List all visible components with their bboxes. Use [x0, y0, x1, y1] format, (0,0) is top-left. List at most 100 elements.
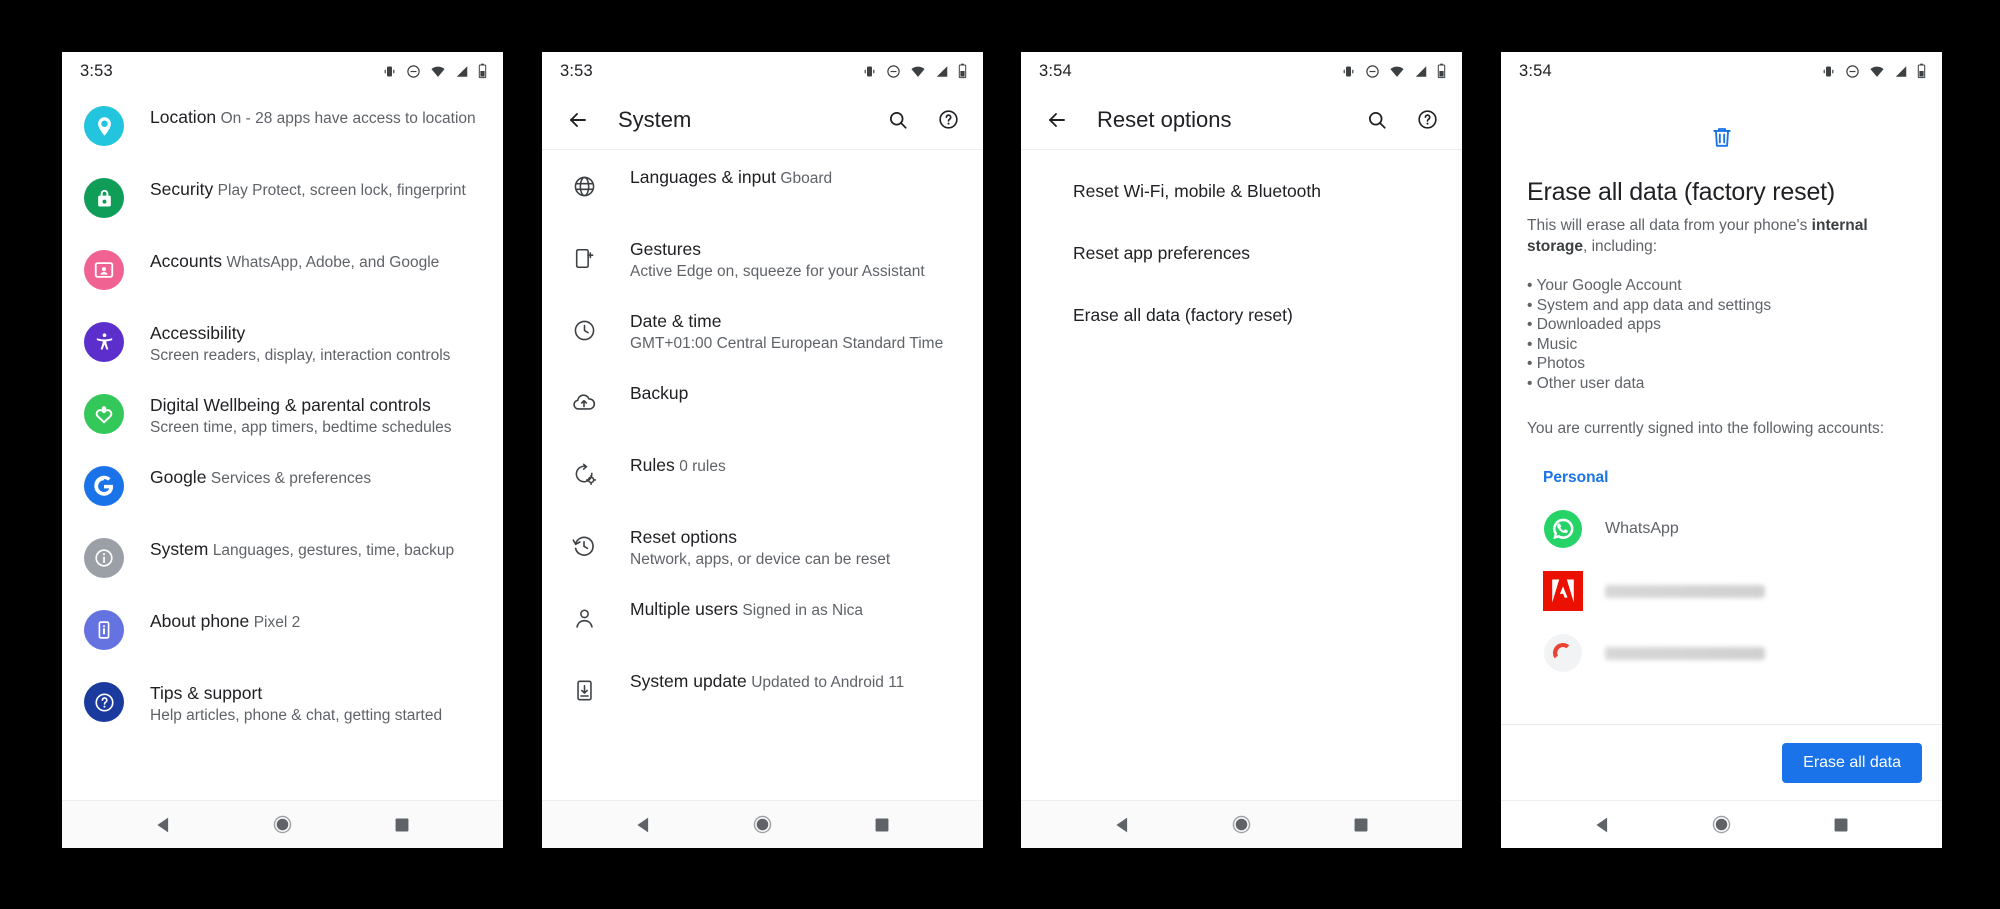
row-title: Security — [150, 179, 214, 199]
location-pin-icon — [84, 106, 124, 146]
settings-row-languages-input[interactable]: Languages & input Gboard — [542, 152, 983, 224]
accessibility-icon — [84, 322, 124, 362]
bullet-item: • System and app data and settings — [1527, 296, 1772, 314]
trash-icon — [1527, 124, 1916, 150]
bullet-item: • Photos — [1527, 355, 1585, 372]
row-title: Accounts — [150, 251, 222, 271]
row-title: Reset options — [630, 527, 738, 547]
help-icon[interactable] — [1410, 103, 1444, 137]
signal-icon — [1894, 64, 1908, 79]
account-card-icon — [84, 250, 124, 290]
nav-home-icon[interactable] — [260, 805, 306, 845]
nav-back-icon[interactable] — [621, 805, 667, 845]
settings-row-backup[interactable]: Backup — [542, 368, 983, 440]
screenshot-stage: 3:53 Location On - 28 apps have access t… — [0, 0, 2000, 909]
history-restore-icon — [569, 531, 599, 561]
back-arrow-icon[interactable] — [1037, 100, 1077, 140]
row-subtitle: Help articles, phone & chat, getting sta… — [150, 707, 443, 724]
nav-back-icon[interactable] — [141, 805, 187, 845]
factory-reset-body: Erase all data (factory reset) This will… — [1501, 90, 1942, 800]
page-title: Erase all data (factory reset) — [1527, 178, 1836, 206]
row-title: Accessibility — [150, 323, 246, 343]
status-time: 3:54 — [1519, 61, 1552, 80]
nav-recents-icon[interactable] — [859, 805, 905, 845]
wifi-icon — [1869, 64, 1885, 79]
row-title: Multiple users — [630, 599, 738, 619]
row-subtitle: GMT+01:00 Central European Standard Time — [630, 335, 944, 352]
settings-row-google[interactable]: Google Services & preferences — [62, 452, 503, 524]
settings-row-multiple-users[interactable]: Multiple users Signed in as Nica — [542, 584, 983, 656]
battery-icon — [1917, 63, 1926, 79]
erase-bullet-list: • Your Google Account • System and app d… — [1527, 276, 1916, 393]
reset-options-list: Reset Wi-Fi, mobile & Bluetooth Reset ap… — [1021, 150, 1462, 346]
settings-row-tips-support[interactable]: Tips & support Help articles, phone & ch… — [62, 668, 503, 740]
nav-back-icon[interactable] — [1580, 805, 1626, 845]
help-icon[interactable] — [931, 103, 965, 137]
erase-all-data-button[interactable]: Erase all data — [1782, 742, 1922, 783]
settings-row-security[interactable]: Security Play Protect, screen lock, fing… — [62, 164, 503, 236]
settings-row-reset-options[interactable]: Reset options Network, apps, or device c… — [542, 512, 983, 584]
row-subtitle: Screen time, app timers, bedtime schedul… — [150, 419, 452, 436]
settings-row-accounts[interactable]: Accounts WhatsApp, Adobe, and Google — [62, 236, 503, 308]
account-row-whatsapp: WhatsApp — [1543, 509, 1916, 549]
battery-icon — [478, 63, 487, 79]
settings-row-system-update[interactable]: System update Updated to Android 11 — [542, 656, 983, 728]
row-title: System — [150, 539, 209, 559]
settings-row-location[interactable]: Location On - 28 apps have access to loc… — [62, 92, 503, 164]
gmail-icon — [1543, 633, 1583, 673]
row-text: Rules 0 rules — [630, 453, 726, 478]
nav-recents-icon[interactable] — [379, 805, 425, 845]
wifi-icon — [430, 64, 446, 79]
settings-row-digital-wellbeing[interactable]: Digital Wellbeing & parental controls Sc… — [62, 380, 503, 452]
row-title: Backup — [630, 383, 689, 403]
account-name: WhatsApp — [1605, 520, 1679, 537]
status-bar: 3:53 — [62, 52, 503, 90]
nav-home-icon[interactable] — [740, 805, 786, 845]
row-text: Reset options Network, apps, or device c… — [630, 525, 963, 571]
search-icon[interactable] — [1360, 103, 1394, 137]
status-time: 3:53 — [80, 61, 113, 80]
nav-recents-icon[interactable] — [1338, 805, 1384, 845]
wifi-icon — [910, 64, 926, 79]
navigation-bar — [62, 800, 503, 848]
nav-home-icon[interactable] — [1219, 805, 1265, 845]
settings-row-system[interactable]: System Languages, gestures, time, backup — [62, 524, 503, 596]
settings-row-accessibility[interactable]: Accessibility Screen readers, display, i… — [62, 308, 503, 380]
settings-row-date-time[interactable]: Date & time GMT+01:00 Central European S… — [542, 296, 983, 368]
bullet-item: • Other user data — [1527, 374, 1645, 392]
phone-screen-system: 3:53 System Languages & input Gboard Ges… — [542, 52, 983, 848]
row-text: Location On - 28 apps have access to loc… — [150, 105, 476, 130]
factory-reset-content: Erase all data (factory reset) This will… — [1501, 90, 1942, 673]
navigation-bar — [1021, 800, 1462, 848]
google-g-icon — [84, 466, 124, 506]
vibrate-icon — [382, 64, 397, 79]
do-not-disturb-icon — [886, 64, 901, 79]
reset-row-erase-all-data[interactable]: Erase all data (factory reset) — [1021, 284, 1462, 346]
account-name-redacted — [1605, 584, 1765, 598]
row-title: Languages & input — [630, 167, 776, 187]
row-subtitle: Services & preferences — [210, 470, 372, 487]
reset-options-body: Reset Wi-Fi, mobile & Bluetooth Reset ap… — [1021, 150, 1462, 800]
adobe-icon — [1543, 571, 1583, 611]
battery-icon — [958, 63, 967, 79]
status-time: 3:53 — [560, 61, 593, 80]
reset-row-app-preferences[interactable]: Reset app preferences — [1021, 222, 1462, 284]
rules-gear-icon — [569, 459, 599, 489]
row-text: Gestures Active Edge on, squeeze for you… — [630, 237, 963, 283]
settings-row-about-phone[interactable]: About phone Pixel 2 — [62, 596, 503, 668]
app-bar-actions — [881, 103, 965, 137]
settings-row-gestures[interactable]: Gestures Active Edge on, squeeze for you… — [542, 224, 983, 296]
nav-back-icon[interactable] — [1100, 805, 1146, 845]
settings-list: Location On - 28 apps have access to loc… — [62, 90, 503, 740]
nav-home-icon[interactable] — [1699, 805, 1745, 845]
bullet-item: • Music — [1527, 335, 1578, 353]
system-update-icon — [569, 675, 599, 705]
nav-recents-icon[interactable] — [1818, 805, 1864, 845]
back-arrow-icon[interactable] — [558, 100, 598, 140]
settings-row-rules[interactable]: Rules 0 rules — [542, 440, 983, 512]
row-subtitle: On - 28 apps have access to location — [220, 110, 476, 127]
search-icon[interactable] — [881, 103, 915, 137]
row-text: Languages & input Gboard — [630, 165, 832, 190]
status-bar: 3:54 — [1021, 52, 1462, 90]
reset-row-network[interactable]: Reset Wi-Fi, mobile & Bluetooth — [1021, 160, 1462, 222]
